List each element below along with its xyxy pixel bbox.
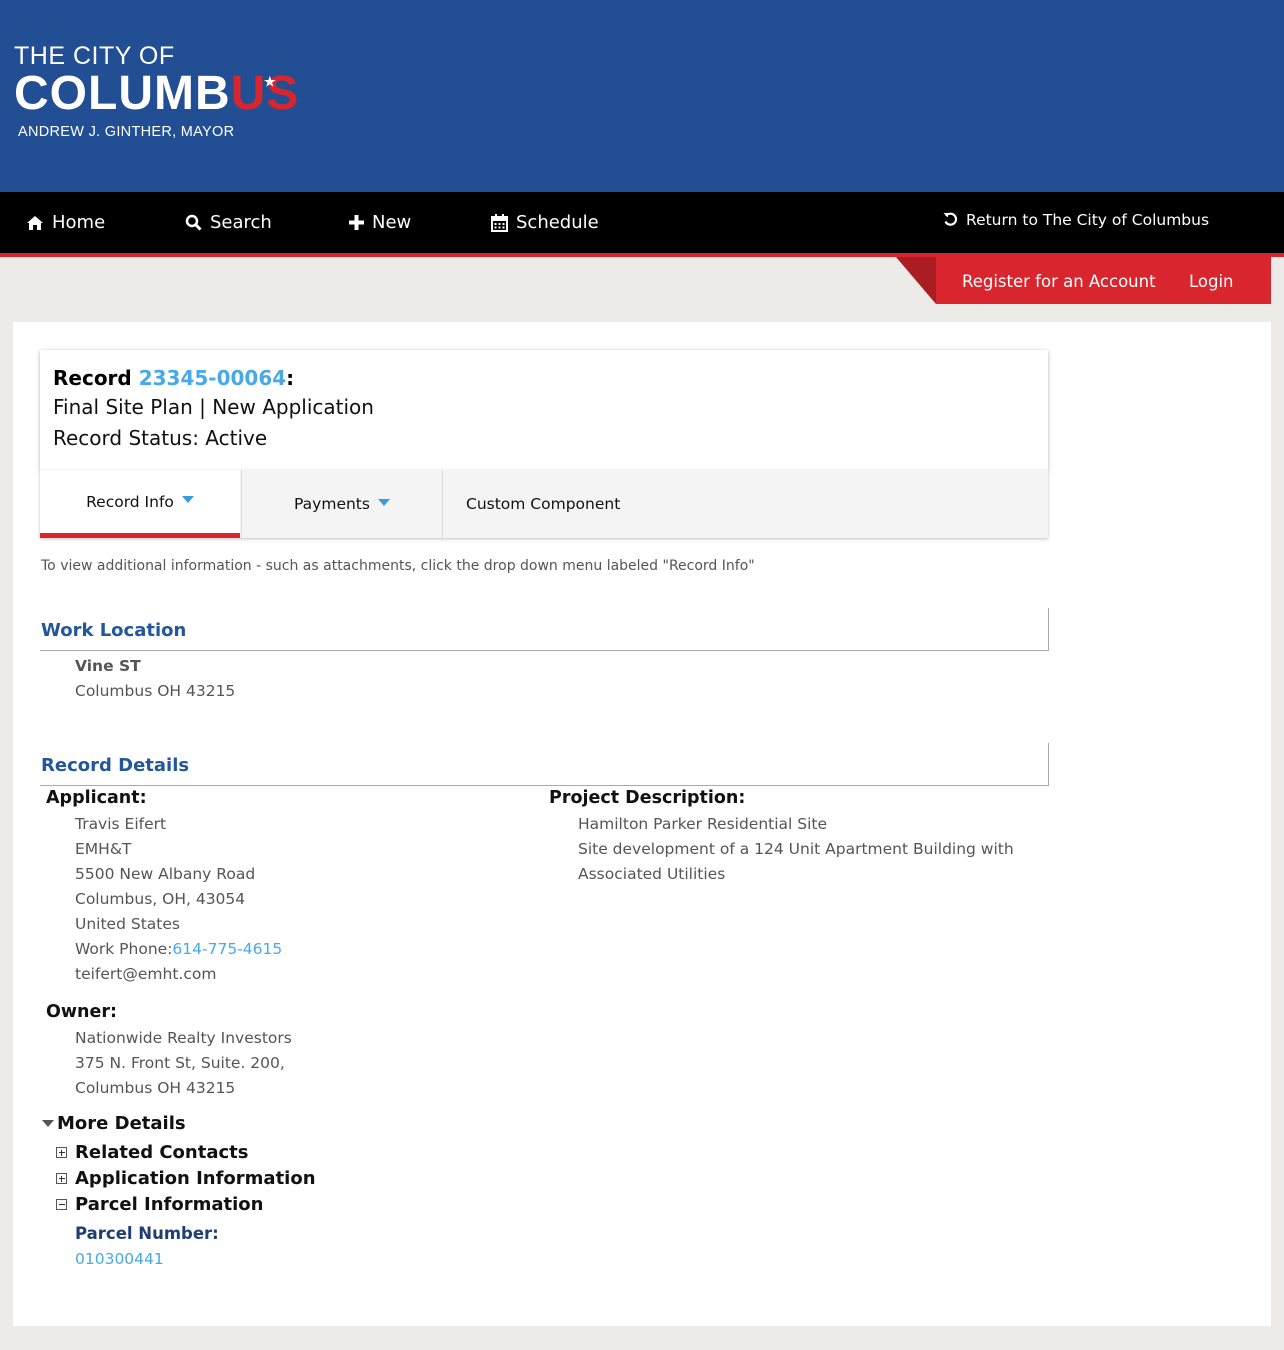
home-icon	[26, 215, 44, 231]
work-location-title: Work Location	[41, 620, 187, 641]
more-details-label: More Details	[57, 1113, 186, 1134]
logo-mayor: ANDREW J. GINTHER, MAYOR	[18, 124, 235, 140]
star-icon: ★	[264, 74, 277, 89]
caret-down-icon	[181, 496, 194, 503]
parcel-information-toggle[interactable]: Parcel Information	[56, 1194, 264, 1215]
project-line3: Associated Utilities	[578, 865, 726, 883]
phone-link[interactable]: 614-775-4615	[172, 940, 282, 958]
nav-return-label: Return to The City of Columbus	[966, 210, 1210, 229]
parcel-number-link[interactable]: 010300441	[75, 1247, 164, 1272]
owner-city: Columbus OH 43215	[75, 1079, 236, 1097]
related-contacts-label: Related Contacts	[75, 1142, 249, 1163]
record-status: Record Status: Active	[53, 426, 268, 450]
city-logo[interactable]: THE CITY OF COLUMBUS ★ ANDREW J. GINTHER…	[14, 42, 299, 140]
nav-return-link[interactable]: Return to The City of Columbus	[943, 189, 1209, 250]
applicant-address: 5500 New Albany Road	[75, 865, 256, 883]
nav-home-label: Home	[52, 212, 106, 233]
project-line2: Site development of a 124 Unit Apartment…	[578, 840, 1014, 858]
more-details-toggle[interactable]: More Details	[42, 1113, 186, 1134]
work-location-street: Vine ST	[75, 657, 141, 675]
tab-record-info-label: Record Info	[86, 492, 174, 511]
nav-home[interactable]: Home	[26, 192, 105, 253]
application-information-toggle[interactable]: Application Information	[56, 1168, 316, 1189]
nav-schedule-label: Schedule	[516, 212, 599, 233]
record-details-rule	[40, 743, 1049, 786]
record-suffix: :	[286, 366, 295, 390]
record-tabs: Record Info Payments Custom Component	[40, 470, 1048, 538]
phone-label: Work Phone:	[75, 940, 173, 958]
applicant-label: Applicant:	[46, 788, 147, 808]
tab-custom-component[interactable]: Custom Component	[442, 470, 642, 538]
caret-down-icon	[377, 498, 390, 506]
register-link[interactable]: Register for an Account	[962, 257, 1156, 304]
work-location-rule	[40, 608, 1049, 651]
applicant-country: United States	[75, 915, 180, 933]
related-contacts-toggle[interactable]: Related Contacts	[56, 1142, 248, 1163]
project-line1: Hamilton Parker Residential Site	[578, 815, 828, 833]
work-location-city: Columbus OH 43215	[75, 682, 236, 700]
search-icon	[185, 214, 202, 231]
parcel-information-label: Parcel Information	[75, 1194, 264, 1215]
record-title: Record 23345-00064:	[53, 364, 1035, 392]
expand-plus-icon	[56, 1147, 67, 1158]
logo-line1: THE CITY OF	[14, 42, 175, 70]
applicant-city: Columbus, OH, 43054	[75, 890, 246, 908]
info-text: To view additional information - such as…	[41, 558, 755, 574]
owner-label: Owner:	[46, 1002, 117, 1022]
expand-plus-icon	[56, 1173, 67, 1184]
nav-new[interactable]: New	[349, 192, 411, 253]
owner-address: 375 N. Front St, Suite. 200,	[75, 1054, 285, 1072]
undo-icon	[943, 212, 958, 227]
nav-new-label: New	[372, 212, 412, 233]
logo-line2-main: COLUMB	[14, 67, 231, 120]
record-header-card: Record 23345-00064: Final Site Plan | Ne…	[40, 350, 1048, 470]
calendar-icon	[491, 213, 508, 232]
nav-search[interactable]: Search	[185, 192, 272, 253]
logo-line2: COLUMBUS ★	[14, 70, 299, 118]
plus-icon	[349, 215, 364, 230]
record-prefix: Record	[53, 366, 139, 390]
site-header: THE CITY OF COLUMBUS ★ ANDREW J. GINTHER…	[0, 0, 1284, 192]
triangle-down-icon	[42, 1120, 54, 1127]
nav-schedule[interactable]: Schedule	[491, 192, 599, 253]
applicant-name: Travis Eifert	[75, 815, 167, 833]
login-link[interactable]: Login	[1189, 257, 1234, 304]
applicant-phone-row: Work Phone:614-775-4615	[75, 937, 282, 962]
account-bar-edge	[896, 257, 936, 304]
record-number: 23345-00064	[138, 366, 287, 390]
tab-record-info[interactable]: Record Info	[40, 470, 240, 538]
owner-name: Nationwide Realty Investors	[75, 1029, 292, 1047]
tab-payments[interactable]: Payments	[241, 470, 442, 538]
main-nav: Home Search New Schedule Return to The C…	[0, 192, 1284, 253]
nav-search-label: Search	[210, 212, 272, 233]
project-description-label: Project Description:	[549, 788, 746, 808]
record-type: Final Site Plan | New Application	[53, 395, 374, 419]
collapse-minus-icon	[56, 1199, 67, 1210]
application-information-label: Application Information	[75, 1168, 316, 1189]
record-details-title: Record Details	[41, 755, 190, 776]
parcel-number-label: Parcel Number:	[75, 1224, 219, 1243]
applicant-company: EMH&T	[75, 840, 132, 858]
applicant-email: teifert@emht.com	[75, 965, 217, 983]
tab-payments-label: Payments	[294, 495, 370, 513]
nav-accent-stripe	[0, 253, 1284, 257]
tab-custom-label: Custom Component	[466, 495, 621, 513]
account-bar: Register for an Account Login	[896, 257, 1271, 304]
